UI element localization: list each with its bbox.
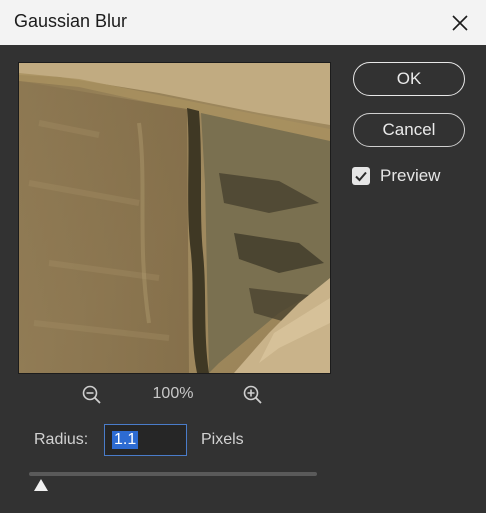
radius-slider-track[interactable] [29, 472, 317, 476]
cancel-button[interactable]: Cancel [353, 113, 465, 147]
radius-value[interactable]: 1.1 [112, 431, 139, 449]
pixels-unit-label: Pixels [201, 431, 244, 448]
close-icon[interactable] [448, 11, 472, 35]
radius-slider-thumb[interactable] [33, 478, 49, 492]
window-title: Gaussian Blur [14, 11, 128, 31]
zoom-out-icon[interactable] [81, 384, 103, 406]
title-bar: Gaussian Blur [0, 0, 486, 45]
zoom-level: 100% [152, 385, 194, 402]
preview-checkbox[interactable] [352, 167, 370, 185]
preview-image[interactable] [18, 62, 331, 374]
zoom-in-icon[interactable] [242, 384, 264, 406]
ok-button[interactable]: OK [353, 62, 465, 96]
radius-label: Radius: [34, 431, 89, 448]
preview-label: Preview [380, 166, 441, 185]
preview-image-art [19, 63, 330, 373]
radius-input[interactable]: 1.1 [104, 424, 187, 456]
dialog-body: OK Cancel Preview 100% Radius: 1.1 Pixel… [0, 45, 486, 513]
checkmark-icon [355, 171, 367, 182]
